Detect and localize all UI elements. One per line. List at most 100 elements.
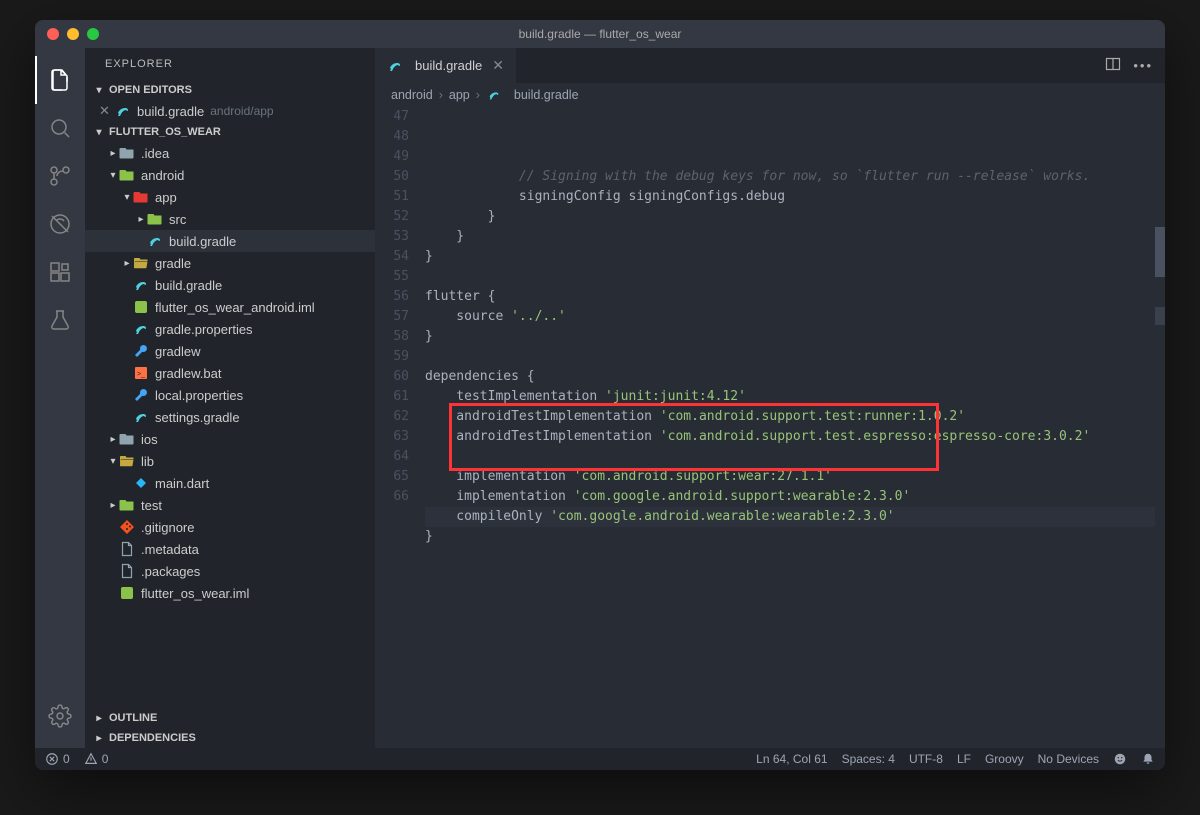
tree-item[interactable]: ▸test	[85, 494, 375, 516]
minimize-window-button[interactable]	[67, 28, 79, 40]
status-line-col[interactable]: Ln 64, Col 61	[756, 752, 827, 766]
tree-item[interactable]: .packages	[85, 560, 375, 582]
gradle-icon	[133, 277, 149, 293]
tree-item[interactable]: gradlew	[85, 340, 375, 362]
file-icon	[119, 541, 135, 557]
line-gutter: 4748495051525354555657585960616263646566	[375, 107, 425, 748]
explorer-icon[interactable]	[35, 56, 85, 104]
chevron-right-icon: ▸	[93, 713, 105, 724]
gradle-icon	[486, 87, 502, 103]
tree-item[interactable]: .metadata	[85, 538, 375, 560]
tree-item[interactable]: flutter_os_wear_android.iml	[85, 296, 375, 318]
tree-item-label: android	[141, 168, 184, 183]
file-tree[interactable]: ▸.idea▾android▾app▸srcbuild.gradle▸gradl…	[85, 142, 375, 708]
extensions-icon[interactable]	[35, 248, 85, 296]
open-editor-item[interactable]: ✕ build.gradle android/app	[85, 100, 375, 122]
tree-item[interactable]: >_gradlew.bat	[85, 362, 375, 384]
status-errors[interactable]: 0	[45, 752, 70, 766]
workspace-header[interactable]: ▾ FLUTTER_OS_WEAR	[85, 122, 375, 142]
chevron-icon[interactable]: ▸	[121, 258, 133, 269]
gradle-icon	[387, 58, 403, 74]
code-editor[interactable]: 4748495051525354555657585960616263646566…	[375, 107, 1165, 748]
green-icon	[119, 585, 135, 601]
breadcrumb-item[interactable]: android	[391, 88, 433, 102]
chevron-icon[interactable]: ▸	[107, 500, 119, 511]
split-editor-icon[interactable]	[1105, 56, 1121, 75]
tree-item-label: gradle.properties	[155, 322, 253, 337]
orange-icon: >_	[133, 365, 149, 381]
tree-item[interactable]: ▾ android	[85, 164, 375, 186]
search-icon[interactable]	[35, 104, 85, 152]
chevron-icon[interactable]: ▸	[107, 434, 119, 445]
tab-build-gradle[interactable]: build.gradle ✕	[375, 48, 516, 83]
breadcrumb-item[interactable]: build.gradle	[514, 88, 579, 102]
chevron-icon[interactable]: ▾	[107, 170, 119, 181]
dart-icon	[133, 475, 149, 491]
test-icon[interactable]	[35, 296, 85, 344]
statusbar: 0 0 Ln 64, Col 61 Spaces: 4 UTF-8 LF Gro…	[35, 748, 1165, 770]
chevron-icon[interactable]: ▾	[121, 192, 133, 203]
file-icon	[119, 563, 135, 579]
status-bell-icon[interactable]	[1141, 752, 1155, 766]
vscode-window: build.gradle — flutter_os_wear	[35, 20, 1165, 770]
sidebar-title: EXPLORER	[85, 48, 375, 80]
minimap-mark	[1155, 307, 1165, 325]
close-window-button[interactable]	[47, 28, 59, 40]
outline-header[interactable]: ▸ OUTLINE	[85, 708, 375, 728]
chevron-icon[interactable]: ▸	[135, 214, 147, 225]
tree-item[interactable]: build.gradle	[85, 274, 375, 296]
close-tab-icon[interactable]: ✕	[492, 57, 504, 74]
open-editors-header[interactable]: ▾ OPEN EDITORS	[85, 80, 375, 100]
status-warnings[interactable]: 0	[84, 752, 109, 766]
tree-item[interactable]: ▸gradle	[85, 252, 375, 274]
chevron-icon[interactable]: ▸	[107, 148, 119, 159]
debug-icon[interactable]	[35, 200, 85, 248]
tree-item[interactable]: ▾lib	[85, 450, 375, 472]
folder-open-icon	[133, 255, 149, 271]
folder-app-icon	[133, 189, 149, 205]
status-language[interactable]: Groovy	[985, 752, 1024, 766]
gradle-icon	[133, 409, 149, 425]
chevron-down-icon: ▾	[93, 127, 105, 138]
dependencies-header[interactable]: ▸ DEPENDENCIES	[85, 728, 375, 748]
more-actions-icon[interactable]: •••	[1133, 58, 1153, 73]
status-devices[interactable]: No Devices	[1038, 752, 1099, 766]
tabs-row: build.gradle ✕ •••	[375, 48, 1165, 83]
close-editor-icon[interactable]: ✕	[99, 103, 115, 119]
status-feedback-icon[interactable]	[1113, 752, 1127, 766]
tree-item-label: src	[169, 212, 186, 227]
tree-item[interactable]: local.properties	[85, 384, 375, 406]
settings-gear-icon[interactable]	[35, 692, 85, 740]
tree-item[interactable]: main.dart	[85, 472, 375, 494]
tree-item-label: gradlew	[155, 344, 201, 359]
traffic-lights	[47, 28, 99, 40]
tree-item[interactable]: ▸.idea	[85, 142, 375, 164]
tree-item[interactable]: ▾app	[85, 186, 375, 208]
tree-item[interactable]: gradle.properties	[85, 318, 375, 340]
tree-item-label: .packages	[141, 564, 200, 579]
tree-item[interactable]: ▸ios	[85, 428, 375, 450]
code-content[interactable]: // Signing with the debug keys for now, …	[425, 107, 1165, 748]
breadcrumbs[interactable]: android › app › build.gradle	[375, 83, 1165, 107]
tree-item[interactable]: ▸ src	[85, 208, 375, 230]
tree-item[interactable]: flutter_os_wear.iml	[85, 582, 375, 604]
tree-item-label: build.gradle	[169, 234, 236, 249]
tree-item[interactable]: build.gradle	[85, 230, 375, 252]
gradle-icon	[147, 233, 163, 249]
green-icon	[133, 299, 149, 315]
svg-text:>_: >_	[137, 371, 145, 378]
minimap[interactable]	[1155, 107, 1165, 748]
maximize-window-button[interactable]	[87, 28, 99, 40]
tree-item[interactable]: settings.gradle	[85, 406, 375, 428]
status-encoding[interactable]: UTF-8	[909, 752, 943, 766]
breadcrumb-item[interactable]: app	[449, 88, 470, 102]
tree-item[interactable]: .gitignore	[85, 516, 375, 538]
chevron-icon[interactable]: ▾	[107, 456, 119, 467]
status-eol[interactable]: LF	[957, 752, 971, 766]
status-spaces[interactable]: Spaces: 4	[842, 752, 895, 766]
minimap-thumb[interactable]	[1155, 227, 1165, 277]
titlebar[interactable]: build.gradle — flutter_os_wear	[35, 20, 1165, 48]
tabs-actions: •••	[1105, 48, 1165, 83]
source-control-icon[interactable]	[35, 152, 85, 200]
tree-item-label: settings.gradle	[155, 410, 240, 425]
